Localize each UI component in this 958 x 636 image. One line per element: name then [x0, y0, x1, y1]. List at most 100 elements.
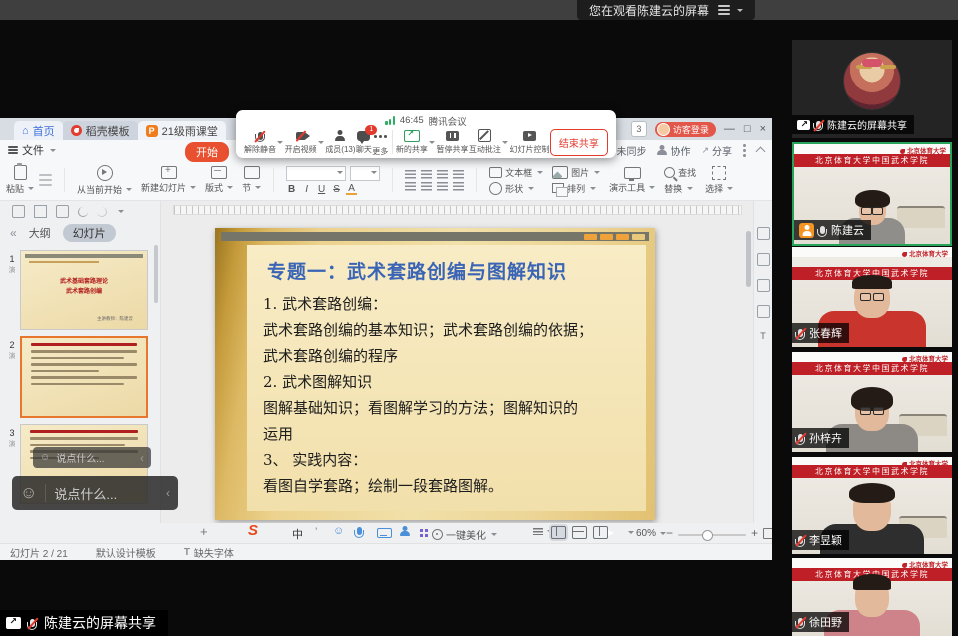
alignment-buttons[interactable]: [405, 170, 464, 179]
ime-toolbox-icon[interactable]: [420, 529, 423, 532]
font-name-select[interactable]: [286, 166, 346, 181]
fit-to-window-icon[interactable]: [763, 528, 772, 539]
emoji-icon[interactable]: ☺: [40, 452, 50, 463]
ime-mode-icon[interactable]: 中: [292, 526, 303, 542]
guest-login-button[interactable]: 访客登录: [655, 122, 716, 137]
audio-options-icon[interactable]: [277, 141, 283, 144]
animation-pane-icon[interactable]: [757, 253, 770, 266]
picture-button[interactable]: 图片: [552, 166, 600, 179]
present-tools-button[interactable]: 演示工具: [609, 167, 655, 194]
ribbon-tab-start[interactable]: 开始: [185, 142, 229, 162]
emoji-icon[interactable]: ☺: [333, 525, 344, 537]
annotate-options-icon[interactable]: [502, 141, 508, 144]
text-pane-icon[interactable]: T: [760, 331, 766, 341]
zoom-out-button[interactable]: −: [666, 526, 673, 540]
unmute-button[interactable]: 解除静音: [244, 130, 276, 155]
participant-tile[interactable]: 北京体育大学 北京体育大学中国武术学院 张春辉: [792, 247, 952, 347]
sogou-logo-icon[interactable]: S: [248, 522, 258, 539]
key-badge[interactable]: 3: [631, 121, 647, 137]
file-menu-button[interactable]: 文件: [8, 142, 56, 158]
members-button[interactable]: 成员(13): [325, 130, 355, 155]
close-button[interactable]: ×: [760, 123, 766, 135]
cut-copy-painter-buttons[interactable]: [39, 174, 52, 187]
redo-icon[interactable]: [97, 207, 107, 217]
zoom-level[interactable]: 60%: [636, 528, 666, 539]
quick-chat-bubble-small[interactable]: ☺ 说点什么... ‹: [33, 447, 151, 468]
more-menu-icon[interactable]: [743, 149, 746, 152]
slide-thumbnail-1[interactable]: 武术基础套路理论 武术套路创编 主讲教师：陈建云: [20, 250, 148, 330]
collapse-chat-icon[interactable]: ‹: [166, 486, 170, 500]
underline-button[interactable]: U: [316, 184, 327, 195]
slide-sorter-view-button[interactable]: [572, 526, 587, 539]
collapse-chat-icon[interactable]: ‹: [140, 451, 144, 465]
new-share-button[interactable]: 新的共享: [396, 130, 428, 155]
select-button[interactable]: 选择: [705, 166, 733, 195]
end-share-button[interactable]: 结束共享: [550, 129, 608, 156]
beautify-button[interactable]: 一键美化: [432, 527, 497, 542]
participant-tile-screen-share[interactable]: 陈建云的屏幕共享: [792, 40, 952, 138]
paste-button[interactable]: 粘贴: [6, 165, 34, 195]
chat-input-placeholder[interactable]: 说点什么...: [54, 484, 117, 503]
viewer-status-pill[interactable]: 您在观看陈建云的屏幕: [577, 0, 755, 20]
reading-view-button[interactable]: [593, 526, 608, 539]
arrange-button[interactable]: 排列: [552, 182, 600, 195]
new-slide-button[interactable]: 新建幻灯片: [141, 166, 196, 194]
more-button[interactable]: 更多: [372, 128, 388, 157]
ime-account-icon[interactable]: [400, 526, 410, 536]
align-options-button[interactable]: [533, 528, 553, 535]
tab-home[interactable]: ⌂ 首页: [14, 121, 63, 140]
emoji-icon[interactable]: ☺: [20, 483, 37, 503]
list-indent-buttons[interactable]: [405, 182, 464, 191]
participant-tile[interactable]: 北京体育大学 北京体育大学中国武术学院 徐田野: [792, 558, 952, 636]
tab-slides[interactable]: 幻灯片: [63, 224, 116, 242]
customize-qat-icon[interactable]: [118, 210, 124, 213]
play-from-current-button[interactable]: 从当前开始: [77, 165, 132, 196]
annotate-button[interactable]: 互动批注: [469, 130, 501, 155]
slide-canvas[interactable]: 专题一：武术套路创编与图解知识 1. 武术套路创编： 武术套路创编的基本知识；武…: [215, 228, 655, 520]
replace-button[interactable]: 替换: [664, 182, 696, 195]
hamburger-icon[interactable]: [718, 9, 730, 11]
font-size-select[interactable]: [350, 166, 380, 181]
collapse-panel-button[interactable]: «: [10, 226, 17, 240]
ime-separator-icon[interactable]: ’: [315, 526, 317, 538]
tab-document[interactable]: P 21级雨课堂: [138, 121, 226, 140]
share-options-icon[interactable]: [429, 141, 435, 144]
panel-scrollbar[interactable]: [154, 245, 158, 303]
quick-chat-bubble-large[interactable]: ☺ 说点什么... ‹: [12, 476, 178, 510]
output-icon[interactable]: [56, 205, 69, 218]
tab-outline[interactable]: 大纲: [29, 225, 51, 241]
minimize-button[interactable]: —: [724, 123, 735, 135]
participant-tile[interactable]: 北京体育大学 北京体育大学中国武术学院 孙梓卉: [792, 352, 952, 452]
slideshow-options-icon[interactable]: [628, 531, 634, 534]
voice-input-icon[interactable]: [357, 527, 362, 535]
chat-button[interactable]: 1 聊天: [356, 130, 372, 155]
new-file-icon[interactable]: [12, 205, 25, 218]
properties-pane-icon[interactable]: [757, 227, 770, 240]
design-template[interactable]: 默认设计模板: [96, 545, 156, 560]
zoom-slider-thumb[interactable]: [702, 530, 713, 541]
font-color-button[interactable]: A: [346, 184, 357, 195]
missing-font-warning[interactable]: T 缺失字体: [184, 545, 234, 560]
zoom-in-button[interactable]: +: [751, 526, 758, 540]
zoom-slider[interactable]: [678, 534, 746, 536]
slide-control-button[interactable]: 幻灯片控制: [510, 130, 550, 155]
collapse-ribbon-icon[interactable]: [756, 147, 766, 157]
participant-tile-active-speaker[interactable]: 北京体育大学 北京体育大学中国武术学院 陈建云: [792, 142, 952, 246]
section-button[interactable]: 节: [242, 166, 261, 194]
italic-button[interactable]: I: [301, 184, 312, 195]
maximize-button[interactable]: □: [744, 123, 751, 135]
share-button[interactable]: ↗ 分享: [701, 143, 732, 158]
pause-share-button[interactable]: 暂停共享: [437, 130, 469, 155]
undo-icon[interactable]: [78, 207, 88, 217]
strike-button[interactable]: S: [331, 184, 342, 195]
start-video-button[interactable]: 开启视频: [285, 130, 317, 155]
textbox-button[interactable]: 文本框: [489, 166, 543, 179]
design-pane-icon[interactable]: [757, 279, 770, 292]
ime-add-icon[interactable]: +: [200, 524, 208, 539]
save-icon[interactable]: [34, 205, 47, 218]
collaborate-button[interactable]: 协作: [657, 143, 690, 158]
video-options-icon[interactable]: [318, 141, 324, 144]
bold-button[interactable]: B: [286, 184, 297, 195]
comment-pane-icon[interactable]: [757, 305, 770, 318]
shape-button[interactable]: 形状: [489, 182, 543, 195]
